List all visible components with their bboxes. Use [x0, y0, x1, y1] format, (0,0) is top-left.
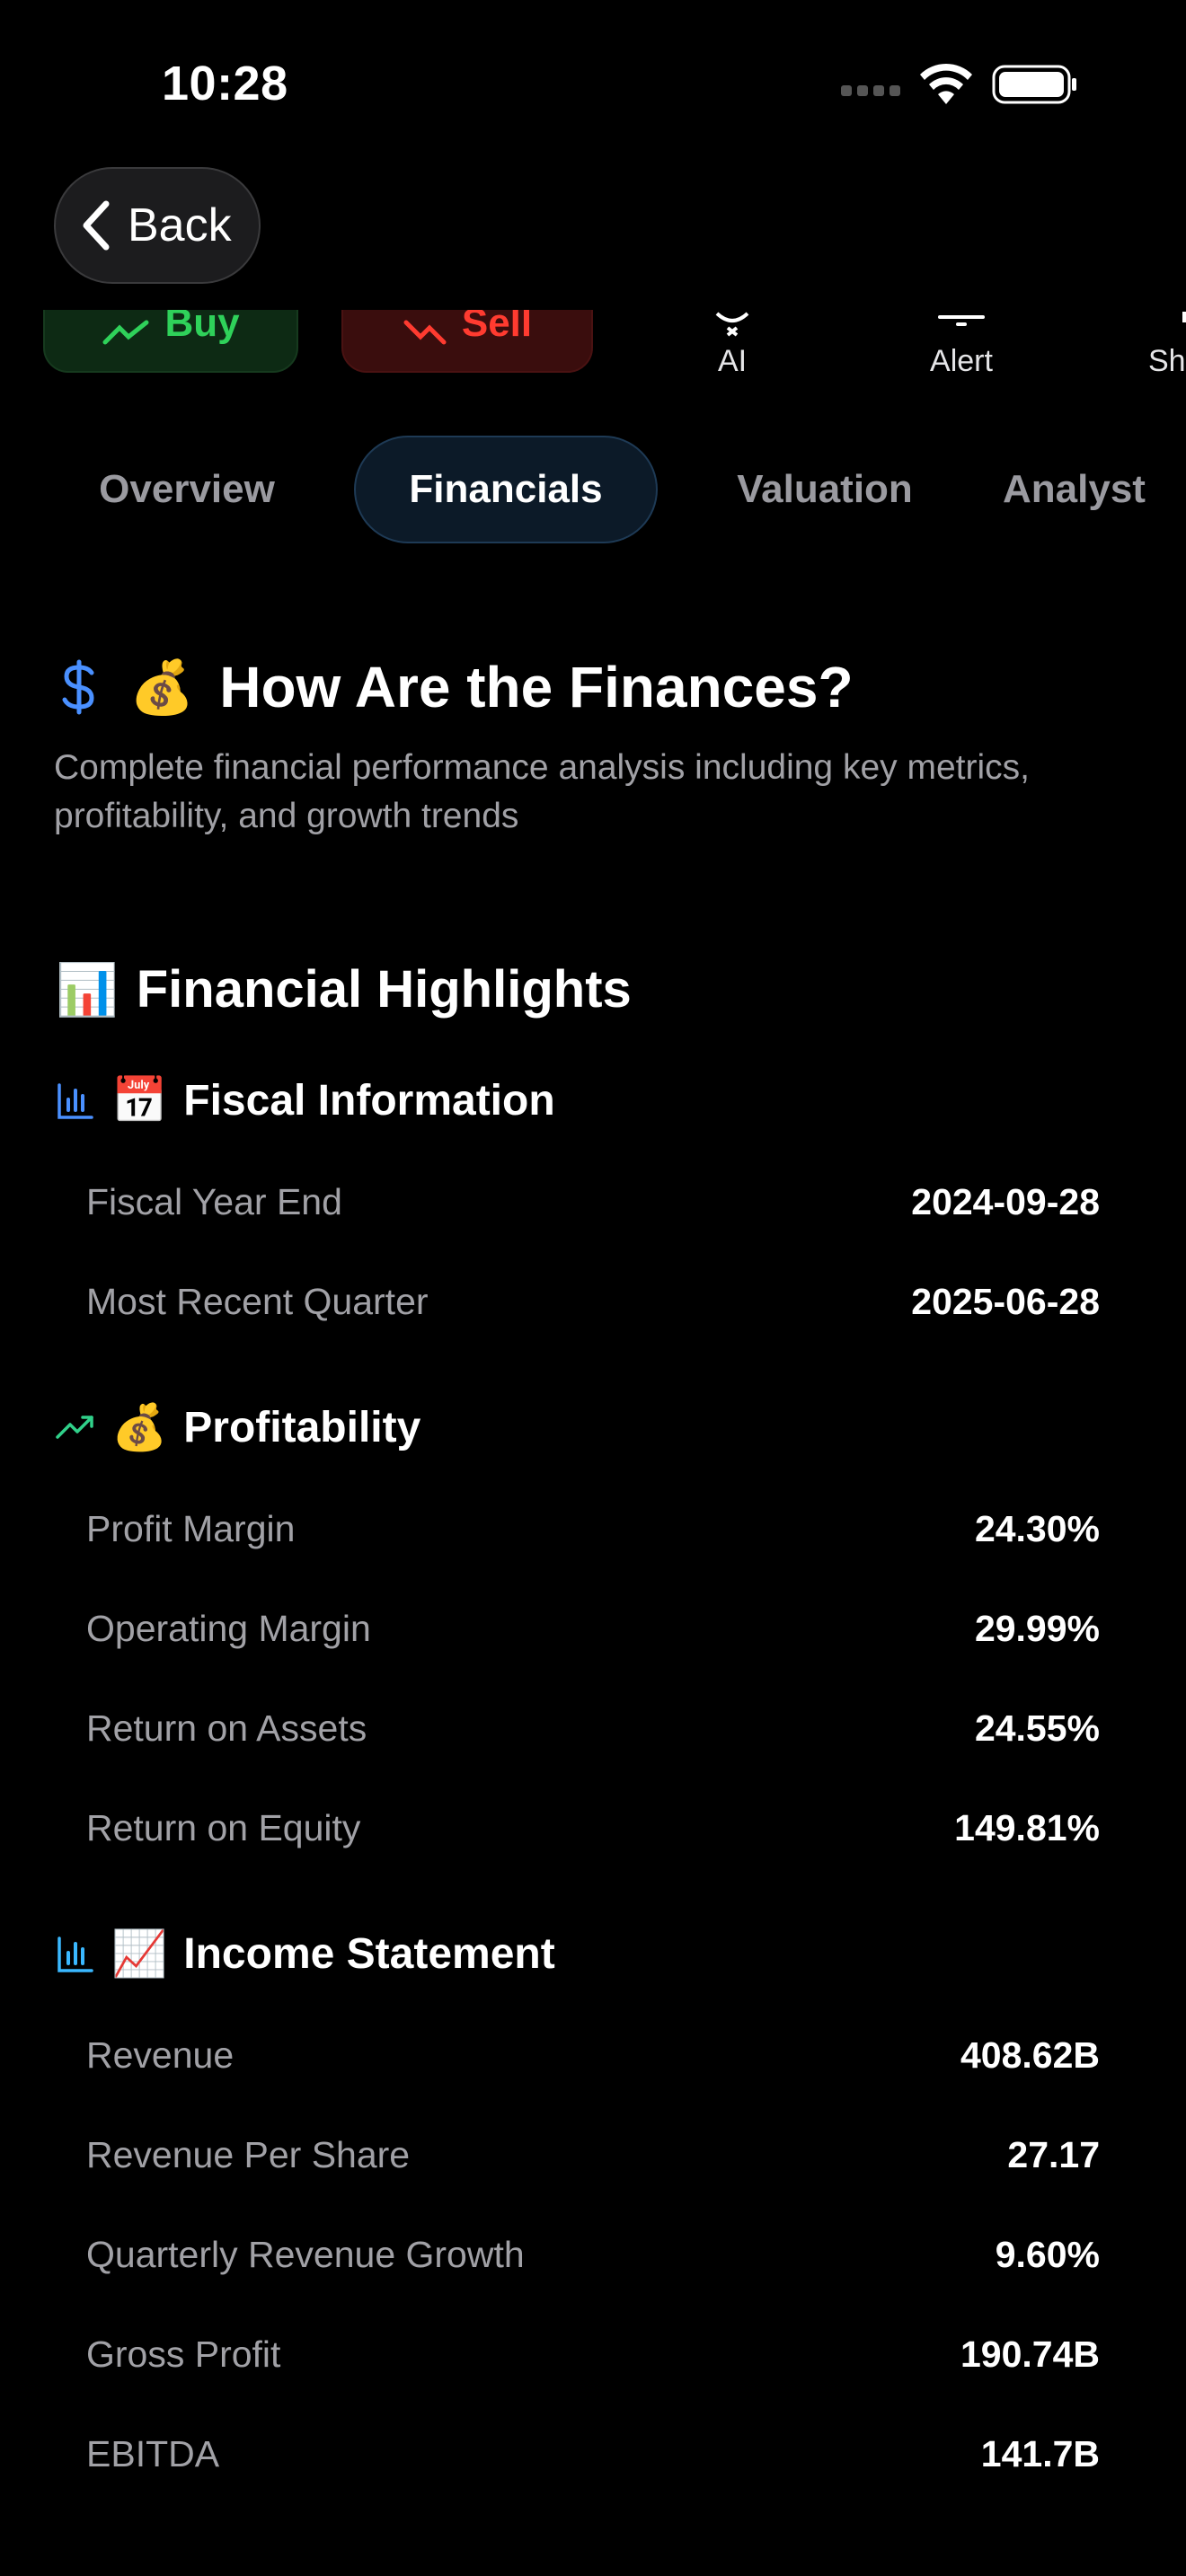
row-label: Most Recent Quarter — [86, 1280, 429, 1322]
dollar-icon — [62, 659, 94, 715]
table-row: Fiscal Year End 2024-09-28 — [86, 1166, 1100, 1238]
table-row: Most Recent Quarter 2025-06-28 — [86, 1266, 1100, 1337]
page-title: How Are the Finances? — [219, 655, 854, 719]
row-label: EBITDA — [86, 2432, 220, 2475]
tab-valuation[interactable]: Valuation — [710, 436, 940, 543]
row-label: Operating Margin — [86, 1607, 371, 1649]
buy-button[interactable]: Buy — [43, 310, 298, 373]
trending-down-icon — [403, 320, 447, 345]
section-title: Financial Highlights — [136, 960, 632, 1019]
row-value: 24.30% — [974, 1507, 1100, 1549]
group-title: Fiscal Information — [183, 1077, 555, 1125]
ai-label: AI — [717, 344, 748, 378]
chart-emoji: 📊 — [56, 960, 119, 1019]
alert-label: Alert — [930, 344, 993, 378]
page-subtitle: Complete financial performance analysis … — [54, 748, 1030, 835]
money-bag-emoji: 💰 — [111, 1401, 168, 1453]
sell-label: Sell — [461, 310, 533, 345]
group-title: Profitability — [183, 1404, 421, 1451]
row-value: 149.81% — [954, 1806, 1100, 1848]
table-row: Revenue Per Share 27.17 — [86, 2119, 1100, 2191]
section-title-financial-highlights: 📊 Financial Highlights — [56, 959, 632, 1019]
row-value: 29.99% — [974, 1607, 1100, 1649]
tab-analyst[interactable]: Analyst — [1003, 436, 1186, 543]
group-title-income-statement: 📈 Income Statement — [56, 1928, 555, 1981]
table-row: Operating Margin 29.99% — [86, 1592, 1100, 1664]
group-title-profitability: 💰 Profitability — [56, 1401, 420, 1454]
tab-financials[interactable]: Financials — [354, 436, 658, 543]
table-row: Profit Margin 24.30% — [86, 1493, 1100, 1565]
ai-sparkle-icon — [715, 312, 749, 337]
group-title: Income Statement — [183, 1930, 555, 1978]
alert-button[interactable]: Alert — [907, 310, 1015, 391]
row-label: Gross Profit — [86, 2333, 281, 2375]
tab-bar: Overview Financials Valuation Analyst — [0, 436, 1186, 545]
row-value: 9.60% — [995, 2233, 1100, 2275]
table-row: Return on Assets 24.55% — [86, 1692, 1100, 1764]
row-value: 27.17 — [1007, 2133, 1100, 2175]
share-icon — [1182, 312, 1186, 322]
cellular-signal-icon — [841, 85, 900, 96]
tab-overview[interactable]: Overview — [72, 436, 302, 543]
sell-button[interactable]: Sell — [341, 310, 593, 373]
bar-chart-icon — [58, 1082, 93, 1119]
share-label: Sh — [1148, 344, 1186, 378]
share-button[interactable]: Sh — [1141, 310, 1186, 391]
row-value: 141.7B — [980, 2432, 1100, 2475]
row-value: 190.74B — [960, 2333, 1100, 2375]
page-heading: 💰 How Are the Finances? — [54, 654, 854, 720]
back-button[interactable]: Back — [54, 167, 261, 284]
group-title-fiscal-information: 📅 Fiscal Information — [56, 1074, 555, 1127]
table-row: Quarterly Revenue Growth 9.60% — [86, 2219, 1100, 2290]
row-label: Revenue Per Share — [86, 2133, 411, 2175]
chevron-left-icon — [83, 200, 110, 251]
action-row: Buy Sell AI Alert Sh — [0, 310, 1186, 391]
table-row: Return on Equity 149.81% — [86, 1792, 1100, 1864]
row-label: Revenue — [86, 2033, 235, 2076]
table-row: EBITDA 141.7B — [86, 2418, 1100, 2490]
status-time: 10:28 — [162, 57, 288, 110]
row-value: 2025-06-28 — [911, 1280, 1100, 1322]
trending-up-icon — [56, 1415, 93, 1439]
ai-button[interactable]: AI — [683, 310, 782, 391]
row-value: 24.55% — [974, 1707, 1100, 1749]
bell-icon — [938, 315, 985, 326]
row-value: 408.62B — [960, 2033, 1100, 2076]
chart-increasing-emoji: 📈 — [111, 1928, 168, 1980]
row-label: Profit Margin — [86, 1507, 296, 1549]
back-label: Back — [128, 199, 232, 251]
calendar-emoji: 📅 — [111, 1074, 168, 1126]
row-label: Quarterly Revenue Growth — [86, 2233, 525, 2275]
row-label: Fiscal Year End — [86, 1180, 342, 1222]
bar-chart-icon — [58, 1936, 93, 1972]
money-bag-emoji: 💰 — [129, 656, 195, 718]
battery-icon — [992, 65, 1076, 104]
wifi-icon — [920, 63, 972, 104]
table-row: Revenue 408.62B — [86, 2019, 1100, 2091]
row-value: 2024-09-28 — [911, 1180, 1100, 1222]
row-label: Return on Equity — [86, 1806, 361, 1848]
table-row: Gross Profit 190.74B — [86, 2318, 1100, 2390]
row-label: Return on Assets — [86, 1707, 367, 1749]
trending-up-icon — [102, 320, 149, 345]
buy-label: Buy — [164, 310, 240, 345]
status-icons — [841, 63, 1078, 106]
